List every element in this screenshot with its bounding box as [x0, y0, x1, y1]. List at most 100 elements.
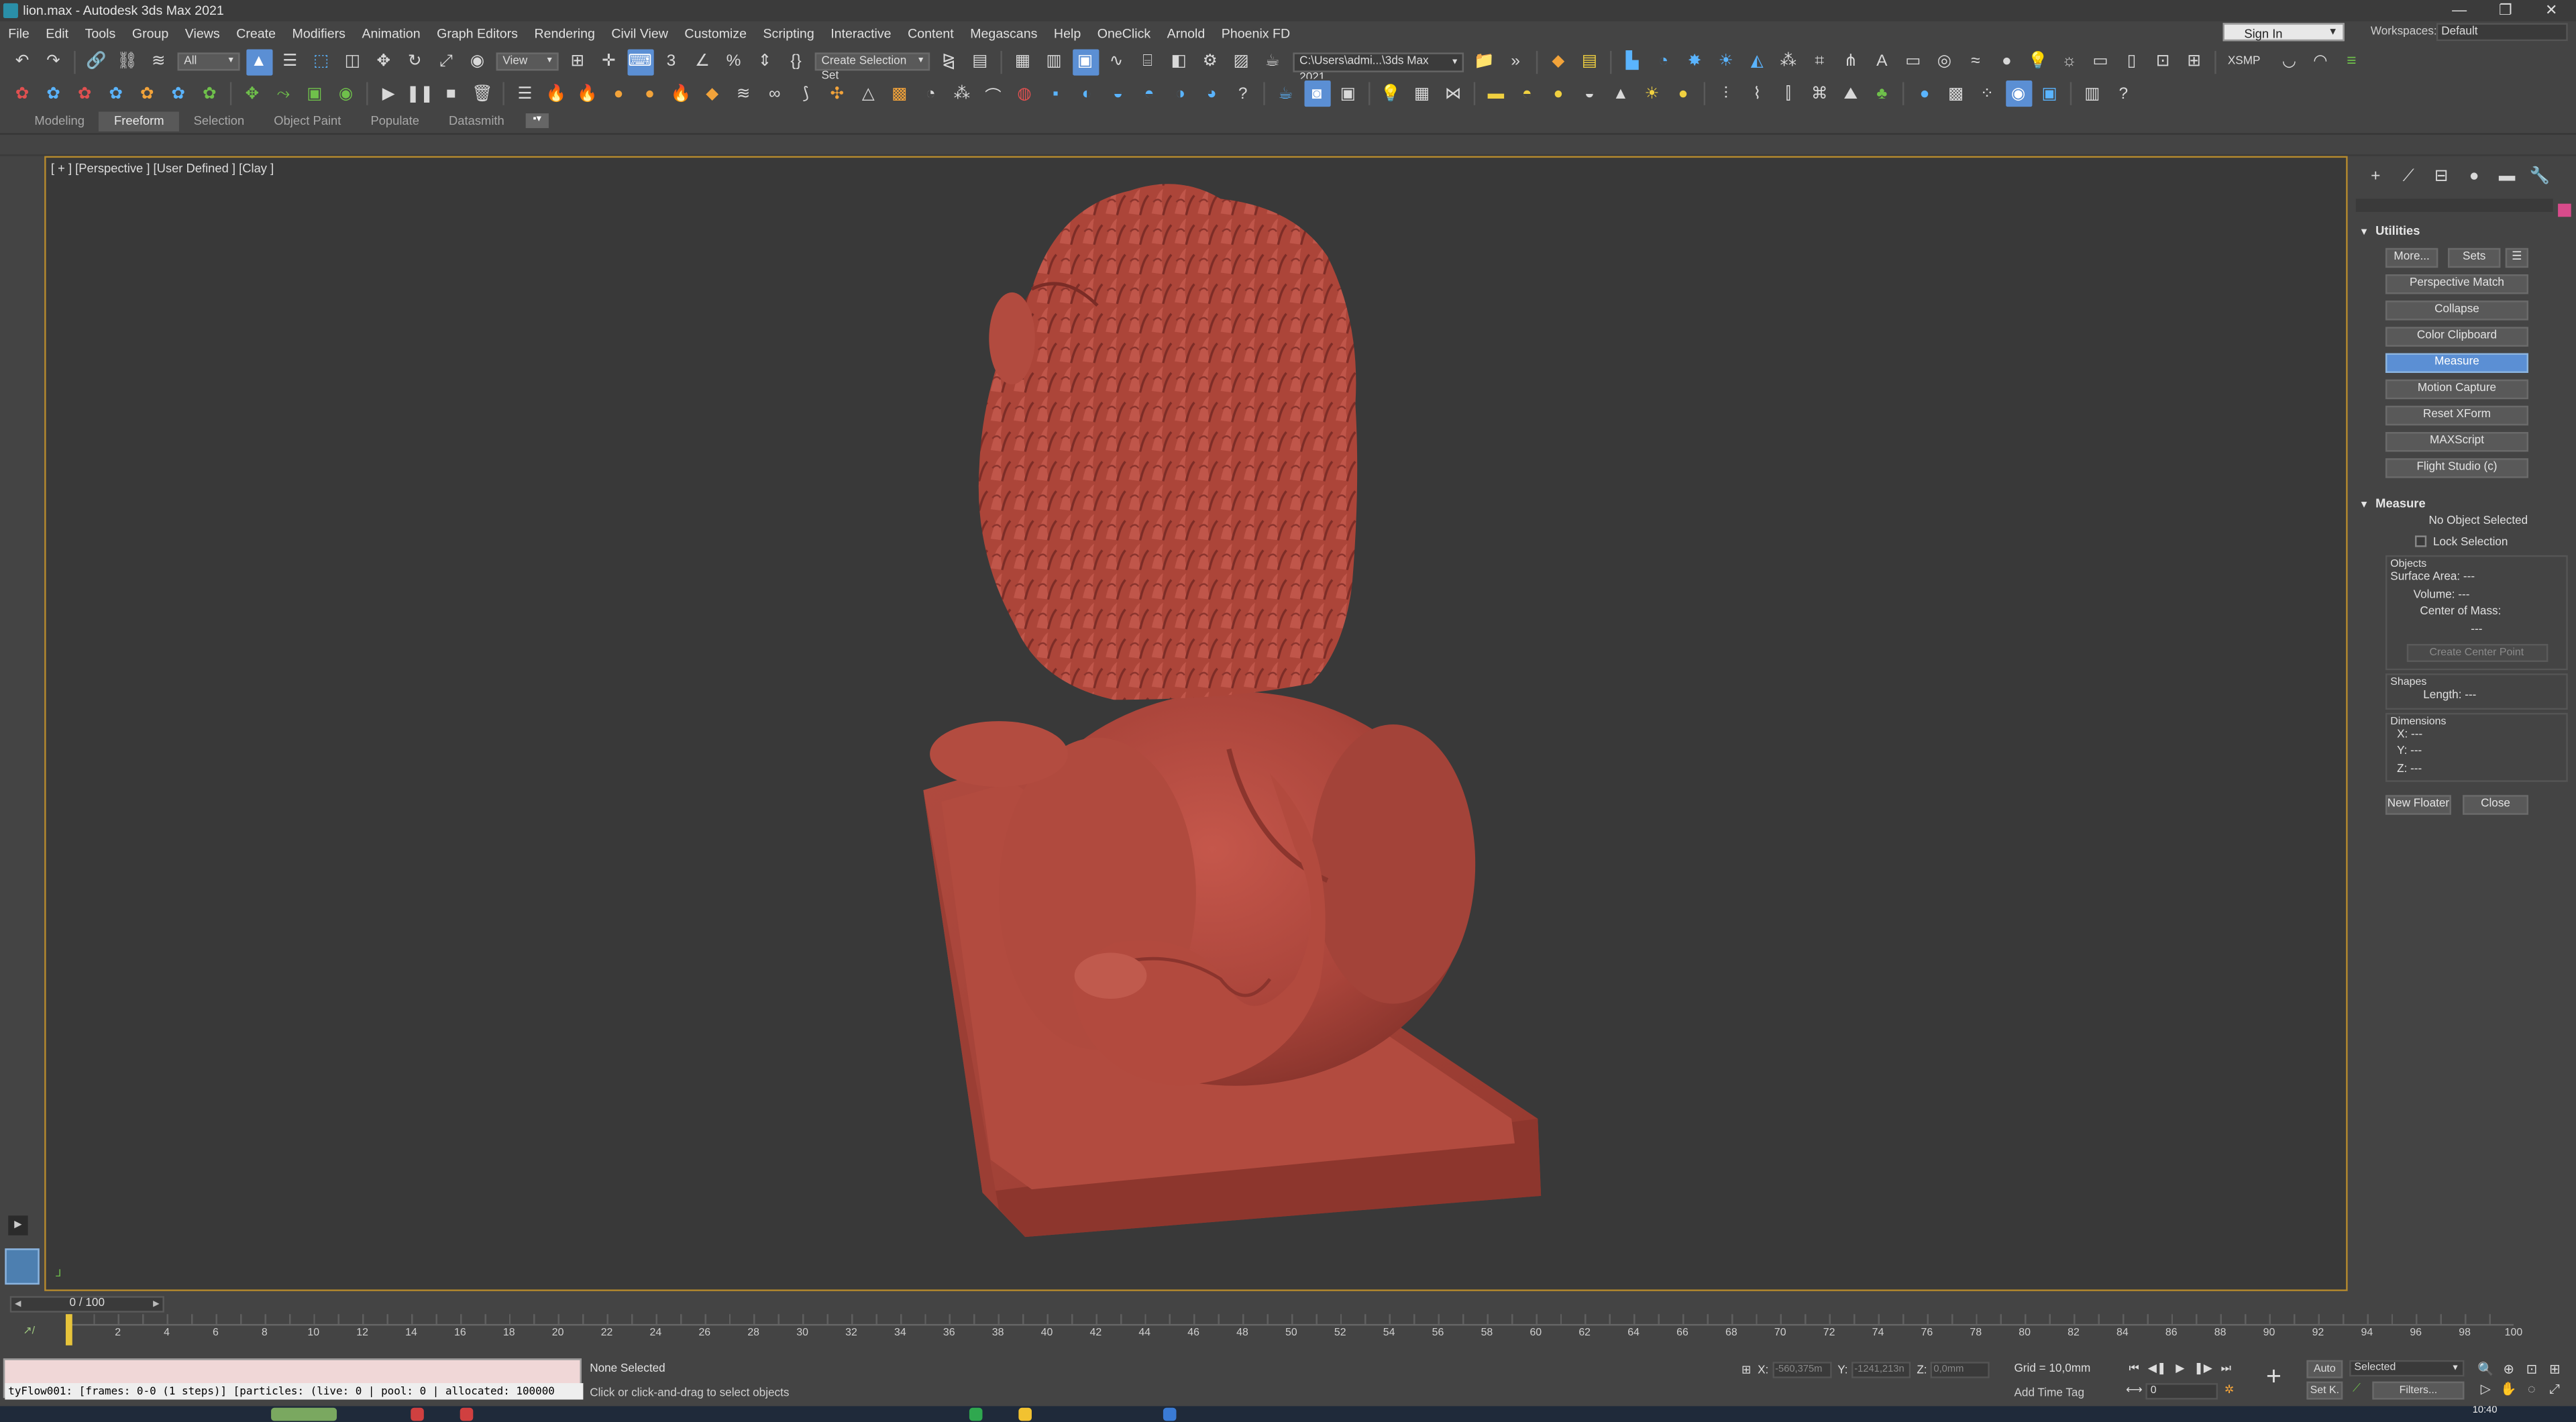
project-folder-dropdown[interactable]: C:\Users\admi...\3ds Max 2021 ▼ — [1293, 52, 1464, 83]
sphere-fade-icon[interactable]: ● — [1994, 48, 2020, 74]
key-filter-dropdown[interactable]: Selected ▼ — [2349, 1360, 2465, 1377]
percent-snap-icon[interactable]: % — [720, 48, 747, 74]
pause-simulation-icon[interactable]: ❚❚ — [406, 80, 433, 107]
phoenix-source-icon[interactable]: ● — [605, 80, 631, 107]
menu-create[interactable]: Create — [228, 25, 284, 40]
help-icon[interactable]: ? — [1230, 80, 1256, 107]
go-to-start-icon[interactable]: ⏮ — [2123, 1360, 2145, 1378]
sky-icon[interactable]: ● — [1670, 80, 1696, 107]
menu-rendering[interactable]: Rendering — [526, 25, 603, 40]
selection-filter-dropdown[interactable]: All ▼ — [177, 52, 240, 71]
menu-scripting[interactable]: Scripting — [755, 25, 822, 40]
unlink-icon[interactable]: ⛓ — [114, 48, 140, 74]
maxscript-button[interactable]: MAXScript — [2385, 432, 2529, 452]
display-tab-icon[interactable]: ▬ — [2493, 162, 2521, 190]
menu-tools[interactable]: Tools — [76, 25, 123, 40]
maximize-viewport-icon[interactable]: ⤢ — [2543, 1380, 2566, 1399]
taskbar-app-icon[interactable] — [1163, 1407, 1177, 1421]
sets-button[interactable]: Sets — [2448, 248, 2501, 268]
collapse-button[interactable]: Collapse — [2385, 300, 2529, 321]
keyboard-shortcut-override-icon[interactable]: ⌨ — [627, 48, 653, 75]
megascans-icon[interactable]: ≡ — [2339, 48, 2365, 74]
fur-icon[interactable]: ⋔ — [1837, 48, 1864, 74]
stop-simulation-icon[interactable]: ■ — [438, 80, 464, 107]
notes-icon[interactable]: ▤ — [1576, 48, 1603, 74]
taskbar-app-icon[interactable] — [411, 1407, 424, 1421]
key-filters-button[interactable]: Filters... — [2372, 1381, 2465, 1400]
z-coordinate[interactable]: 0,0mm — [1930, 1362, 1990, 1378]
tab-freeform[interactable]: Freeform — [99, 111, 179, 131]
mini-curve-editor-icon[interactable]: ↗/ — [23, 1324, 35, 1337]
redo-icon[interactable]: ↷ — [40, 48, 66, 74]
object-color-icon[interactable]: ◉ — [333, 80, 359, 107]
ambient-light-icon[interactable]: ☼ — [2056, 48, 2082, 74]
frame-buffer-icon[interactable]: ▣ — [1335, 80, 1361, 107]
angle-snap-icon[interactable]: ∠ — [689, 48, 715, 74]
tyflow-preview-icon[interactable]: ✿ — [165, 80, 191, 107]
color-clipboard-button[interactable]: Color Clipboard — [2385, 327, 2529, 347]
menu-edit[interactable]: Edit — [38, 25, 76, 40]
measure-button[interactable]: Measure — [2385, 353, 2529, 373]
render-cam-icon[interactable]: ◉ — [2005, 80, 2032, 107]
proxy-icon[interactable]: ⌗ — [1807, 48, 1833, 74]
ies-light-icon[interactable]: 💡 — [2025, 48, 2051, 74]
viewport-layout-icon[interactable]: ▯ — [2118, 48, 2145, 74]
scatter-brush-icon[interactable]: ⌘ — [1807, 80, 1833, 107]
rendered-frame-window-icon[interactable]: ▨ — [1228, 48, 1254, 74]
environment-fog-icon[interactable]: ≈ — [1962, 48, 1988, 74]
render-region-icon[interactable]: ▭ — [2087, 48, 2113, 74]
render-setup-icon[interactable]: ⚙ — [1197, 48, 1223, 74]
color-palette-icon[interactable]: ⁘ — [1974, 80, 2000, 107]
scene-explorer-icon[interactable]: ▦ — [1010, 48, 1036, 74]
vray-dome-icon[interactable]: ◭ — [1744, 48, 1770, 74]
phoenix-drag-icon[interactable]: ⟆ — [793, 80, 819, 107]
menu-content[interactable]: Content — [900, 25, 962, 40]
play-simulation-icon[interactable]: ▶ — [376, 80, 402, 107]
align-icon[interactable]: ▤ — [967, 48, 993, 74]
batch-render-icon[interactable]: ▦ — [1409, 80, 1435, 107]
more-button[interactable]: More... — [2385, 248, 2438, 268]
light-lister-icon[interactable]: 💡 — [1377, 80, 1403, 107]
field-of-view-icon[interactable]: ▷ — [2474, 1380, 2497, 1399]
current-frame-field[interactable]: 0 — [2145, 1383, 2218, 1400]
workspace-dropdown[interactable]: Default — [2436, 23, 2568, 42]
expand-layouts-icon[interactable]: ▶ — [8, 1215, 28, 1236]
arnold-render-icon[interactable]: ◆ — [1545, 48, 1571, 74]
phoenix-emitter-icon[interactable]: ◔ — [918, 80, 944, 107]
phoenix-tracer-icon[interactable]: ⌒ — [980, 80, 1006, 107]
dome-light-icon[interactable]: ◓ — [1514, 80, 1540, 107]
menu-views[interactable]: Views — [177, 25, 228, 40]
y-coordinate[interactable]: -1241,213n — [1851, 1362, 1911, 1378]
modify-tab-icon[interactable]: ⟋ — [2394, 162, 2422, 190]
new-floater-button[interactable]: New Floater — [2385, 795, 2451, 815]
menu-animation[interactable]: Animation — [354, 25, 429, 40]
tyflow-particles-icon[interactable]: ✿ — [103, 80, 129, 107]
configure-button-sets-icon[interactable]: ☰ — [2505, 248, 2529, 268]
hair-icon[interactable]: ⫶ — [1713, 80, 1739, 107]
absolute-mode-icon[interactable]: ⊞ — [1741, 1364, 1751, 1376]
phoenix-mesher-icon[interactable]: △ — [855, 80, 881, 107]
tyflow-icon[interactable]: ✿ — [9, 80, 35, 107]
texture-icon[interactable]: ▩ — [1943, 80, 1969, 107]
spinner-snap-icon[interactable]: ⇕ — [751, 48, 777, 74]
tyflow-mesher-icon[interactable]: ✿ — [134, 80, 160, 107]
motion-tab-icon[interactable]: ● — [2460, 162, 2488, 190]
taskbar-app-icon[interactable] — [460, 1407, 474, 1421]
ribbon-toggle-icon[interactable]: ▣ — [1071, 48, 1099, 75]
phoenix-preset-icon[interactable]: ◆ — [699, 80, 725, 107]
add-time-tag[interactable]: Add Time Tag — [2014, 1388, 2084, 1399]
default-tangent-icon[interactable]: ⟋ — [2353, 1383, 2361, 1397]
phoenix-volume-icon[interactable]: ▪ — [1042, 80, 1069, 107]
menu-file[interactable]: File — [0, 25, 38, 40]
link-icon[interactable]: 🔗 — [83, 48, 109, 74]
orbit-icon[interactable]: ◌ — [2520, 1380, 2543, 1399]
zoom-extents-all-icon[interactable]: ⊞ — [2543, 1360, 2566, 1380]
chevron-right-icon[interactable]: ▶ — [153, 1298, 159, 1311]
active-shade-icon[interactable]: ◙ — [1303, 80, 1330, 107]
phoenix-mist-icon[interactable]: ◓ — [1136, 80, 1162, 107]
overflow-icon[interactable]: » — [1503, 48, 1529, 74]
link-gizmo-icon[interactable]: ⤳ — [270, 80, 297, 107]
set-key-button[interactable]: Set K. — [2306, 1381, 2343, 1400]
menu-graph-editors[interactable]: Graph Editors — [429, 25, 526, 40]
mirror-icon[interactable]: ⧎ — [936, 48, 962, 74]
